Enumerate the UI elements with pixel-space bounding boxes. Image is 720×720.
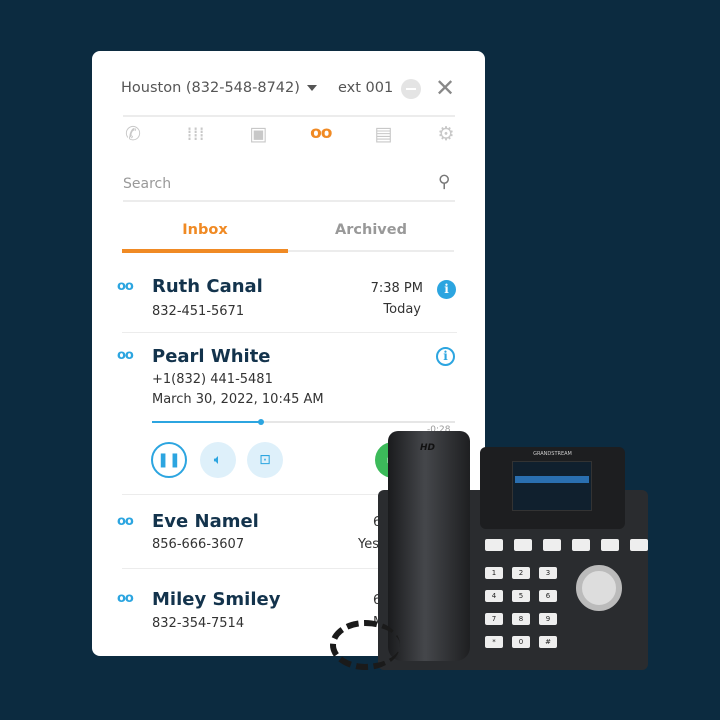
day: Today: [383, 302, 421, 317]
phone-screen-bezel: GRANDSTREAM: [480, 447, 625, 529]
info-icon[interactable]: i: [436, 347, 455, 366]
active-tab-indicator: [122, 249, 288, 253]
time: 7:38 PM: [370, 281, 423, 296]
info-icon[interactable]: i: [437, 280, 456, 299]
function-key: [630, 539, 648, 551]
function-key: [572, 539, 590, 551]
caller-number: +1(832) 441-5481: [152, 372, 273, 387]
caller-name[interactable]: Miley Smiley: [152, 589, 280, 610]
caller-number: 832-451-5671: [152, 304, 245, 319]
tab-inbox[interactable]: Inbox: [122, 222, 288, 238]
keypad-key: 3: [539, 567, 557, 579]
voicemail-icon: oo: [117, 279, 134, 294]
close-icon[interactable]: ✕: [435, 75, 455, 101]
keypad-key: 5: [512, 590, 530, 602]
location-label: Houston (832-548-8742): [121, 80, 300, 96]
divider: [123, 115, 455, 117]
voicemail-icon: oo: [117, 348, 134, 363]
function-key: [601, 539, 619, 551]
dialpad-icon[interactable]: ⁞⁞⁞: [185, 123, 207, 145]
nav-pad: [576, 565, 622, 611]
progress-fill: [152, 419, 265, 425]
keypad-key: 4: [485, 590, 503, 602]
search-input[interactable]: Search: [123, 176, 171, 192]
handset: HD: [388, 431, 470, 661]
brand-logo: GRANDSTREAM: [533, 451, 572, 457]
status-minus-icon[interactable]: [401, 79, 421, 99]
chevron-down-icon: [306, 85, 317, 91]
phone-display: [512, 461, 592, 511]
search-icon[interactable]: ⚲: [438, 172, 450, 192]
keypad-key: 6: [539, 590, 557, 602]
location-selector[interactable]: Houston (832-548-8742): [121, 80, 317, 96]
keypad-key: 2: [512, 567, 530, 579]
voicemail-icon[interactable]: oo: [310, 123, 332, 145]
keypad-key: #: [539, 636, 557, 648]
voicemail-date: March 30, 2022, 10:45 AM: [152, 392, 324, 407]
gear-icon[interactable]: ⚙: [435, 123, 457, 145]
function-key: [485, 539, 503, 551]
caller-number: 832-354-7514: [152, 616, 245, 631]
function-key: [543, 539, 561, 551]
desk-phone-image: GRANDSTREAM 1 2 3 4 5 6 7 8 9 * 0 # HD: [330, 425, 660, 675]
keypad-key: *: [485, 636, 503, 648]
divider: [122, 332, 457, 333]
extension-label: ext 001: [338, 80, 394, 96]
caller-name[interactable]: Pearl White: [152, 346, 271, 367]
tab-archived[interactable]: Archived: [288, 222, 454, 238]
function-key: [514, 539, 532, 551]
caller-name[interactable]: Eve Namel: [152, 511, 259, 532]
divider: [123, 200, 455, 202]
pause-button[interactable]: ❚❚: [151, 442, 187, 478]
caller-name[interactable]: Ruth Canal: [152, 276, 263, 297]
keypad-key: 1: [485, 567, 503, 579]
nav-bar: ✆ ⁞⁞⁞ ▣ oo ▤ ⚙: [122, 123, 457, 145]
handset-logo: HD: [420, 443, 436, 453]
progress-handle[interactable]: [258, 419, 265, 425]
keypad-key: 0: [512, 636, 530, 648]
voicemail-icon: oo: [117, 514, 134, 529]
phone-cord: [330, 620, 400, 670]
progress-track[interactable]: [152, 419, 455, 425]
keypad-key: 8: [512, 613, 530, 625]
contacts-icon[interactable]: ▣: [247, 123, 269, 145]
archive-button[interactable]: ⊡: [247, 442, 283, 478]
speaker-button[interactable]: 🔈︎: [200, 442, 236, 478]
keypad-key: 9: [539, 613, 557, 625]
voicemail-icon: oo: [117, 591, 134, 606]
fax-icon[interactable]: ▤: [372, 123, 394, 145]
caller-number: 856-666-3607: [152, 537, 245, 552]
phone-icon[interactable]: ✆: [122, 123, 144, 145]
keypad-key: 7: [485, 613, 503, 625]
